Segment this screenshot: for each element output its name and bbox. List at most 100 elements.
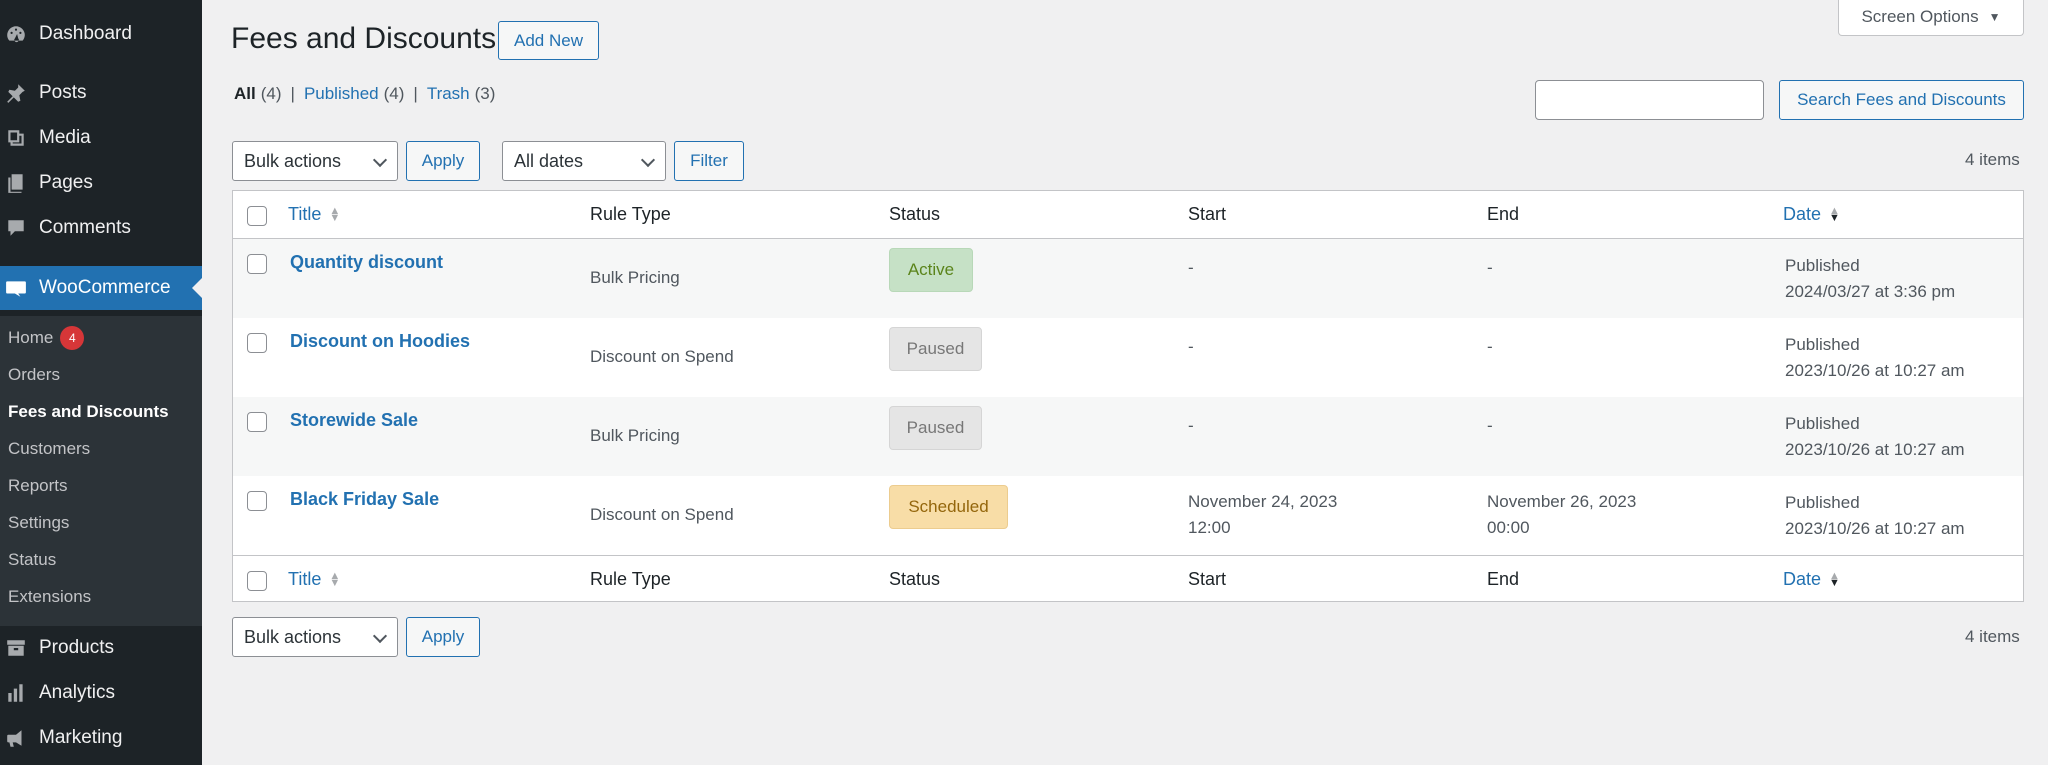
submenu-item-extensions[interactable]: Extensions [8, 584, 91, 610]
row-checkbox[interactable] [247, 412, 267, 432]
publish-datetime: 2023/10/26 at 10:27 am [1785, 519, 1965, 538]
bar-chart-icon [4, 681, 28, 705]
column-date[interactable]: Date ▲ ▼ [1783, 204, 1840, 225]
status-badge: Active [889, 248, 973, 292]
column-label: Title [288, 569, 322, 589]
row-title-link[interactable]: Discount on Hoodies [290, 331, 470, 352]
menu-item-dashboard[interactable]: Dashboard [0, 12, 202, 56]
table-row: Storewide Sale Bulk Pricing Paused - - P… [233, 397, 2023, 476]
search-button[interactable]: Search Fees and Discounts [1779, 80, 2024, 120]
submenu-label: Status [8, 550, 57, 569]
submenu-item-reports[interactable]: Reports [8, 473, 68, 499]
menu-label: Pages [39, 172, 93, 193]
column-title[interactable]: Title ▲ ▼ [288, 204, 340, 225]
sort-desc-icon: ▲ ▼ [1829, 205, 1840, 225]
menu-label: Products [39, 637, 114, 658]
submenu-item-settings[interactable]: Settings [8, 510, 69, 536]
woo-icon [4, 276, 28, 300]
caret-down-icon: ▼ [1988, 9, 2001, 24]
table-header: Title ▲ ▼ Rule Type Status Start End Date ▲… [233, 191, 2023, 239]
publish-datetime: 2023/10/26 at 10:27 am [1785, 361, 1965, 380]
date-filter-select[interactable]: All dates [502, 141, 666, 181]
menu-item-media[interactable]: Media [0, 116, 202, 160]
chevron-down-icon [372, 152, 388, 168]
separator: | [290, 84, 295, 103]
published-date: Published 2023/10/26 at 10:27 am [1785, 332, 1965, 384]
column-date[interactable]: Date ▲ ▼ [1783, 569, 1840, 590]
published-date: Published 2023/10/26 at 10:27 am [1785, 490, 1965, 542]
chevron-down-icon [372, 628, 388, 644]
bulk-actions-select[interactable]: Bulk actions [232, 141, 398, 181]
table-row: Black Friday Sale Discount on Spend Sche… [233, 476, 2023, 555]
pages-icon [4, 171, 28, 195]
dashboard-icon [4, 22, 28, 46]
start-date-line: - [1188, 258, 1194, 277]
bulk-actions-select-bottom[interactable]: Bulk actions [232, 617, 398, 657]
submenu-item-orders[interactable]: Orders [8, 362, 60, 388]
menu-label: WooCommerce [39, 277, 171, 298]
column-label: Title [288, 204, 322, 224]
column-status: Status [889, 569, 941, 589]
menu-item-comments[interactable]: Comments [0, 206, 202, 250]
column-label: Date [1783, 569, 1822, 589]
view-published[interactable]: Published [304, 84, 379, 104]
end-date: November 26, 2023 00:00 [1487, 489, 1636, 541]
menu-label: Comments [39, 217, 131, 238]
end-date-line: - [1487, 416, 1493, 435]
add-new-button[interactable]: Add New [498, 21, 599, 60]
comment-icon [4, 216, 28, 240]
menu-item-analytics[interactable]: Analytics [0, 671, 202, 715]
column-end: End [1487, 204, 1520, 224]
screen-options-button[interactable]: Screen Options ▼ [1838, 0, 2024, 36]
end-date-line: November 26, 2023 [1487, 492, 1637, 511]
submenu-item-fees-and-discounts[interactable]: Fees and Discounts [8, 399, 169, 425]
submenu-item-customers[interactable]: Customers [8, 436, 90, 462]
column-status: Status [889, 204, 941, 224]
filter-button[interactable]: Filter [674, 141, 744, 181]
end-date: - [1487, 413, 1493, 439]
column-label: Date [1783, 204, 1822, 224]
discounts-table: Title ▲ ▼ Rule Type Status Start End Date ▲… [232, 190, 2024, 602]
menu-label: Media [39, 127, 91, 148]
submenu-item-home[interactable]: Home 4 [8, 325, 85, 351]
submenu-item-status[interactable]: Status [8, 547, 56, 573]
column-start: Start [1188, 204, 1227, 224]
view-count: (3) [474, 84, 496, 103]
row-title-link[interactable]: Storewide Sale [290, 410, 418, 431]
row-checkbox[interactable] [247, 491, 267, 511]
current-menu-arrow [192, 278, 202, 298]
admin-sidebar: Dashboard Posts Media Pages Comments Woo… [0, 0, 202, 765]
published-date: Published 2024/03/27 at 3:36 pm [1785, 253, 1955, 305]
view-trash[interactable]: Trash [427, 84, 470, 104]
apply-button-bottom[interactable]: Apply [406, 617, 480, 657]
view-all[interactable]: All [234, 84, 256, 104]
media-icon [4, 126, 28, 150]
menu-item-marketing[interactable]: Marketing [0, 716, 202, 760]
archive-icon [4, 636, 28, 660]
menu-item-pages[interactable]: Pages [0, 161, 202, 205]
apply-button[interactable]: Apply [406, 141, 480, 181]
select-all-checkbox[interactable] [247, 206, 267, 226]
menu-item-posts[interactable]: Posts [0, 71, 202, 115]
start-time-line: 12:00 [1188, 518, 1231, 537]
row-title-link[interactable]: Black Friday Sale [290, 489, 439, 510]
items-count-bottom: 4 items [1965, 627, 2020, 646]
submenu-label: Home [8, 328, 54, 347]
status-badge: Paused [889, 327, 982, 371]
table-row: Quantity discount Bulk Pricing Active - … [233, 239, 2023, 318]
row-checkbox[interactable] [247, 333, 267, 353]
search-input[interactable] [1535, 80, 1764, 120]
select-all-checkbox[interactable] [247, 571, 267, 591]
start-date: - [1188, 413, 1194, 439]
status-views: All (4) | Published (4) | Trash (3) [234, 84, 495, 104]
row-title-link[interactable]: Quantity discount [290, 252, 443, 273]
column-title[interactable]: Title ▲ ▼ [288, 569, 340, 590]
notification-badge: 4 [60, 326, 85, 350]
status-badge: Scheduled [889, 485, 1008, 529]
menu-item-products[interactable]: Products [0, 626, 202, 670]
menu-item-woocommerce[interactable]: WooCommerce [0, 266, 202, 310]
separator: | [413, 84, 418, 103]
row-checkbox[interactable] [247, 254, 267, 274]
select-value: Bulk actions [244, 150, 342, 171]
column-rule-type: Rule Type [590, 204, 671, 224]
